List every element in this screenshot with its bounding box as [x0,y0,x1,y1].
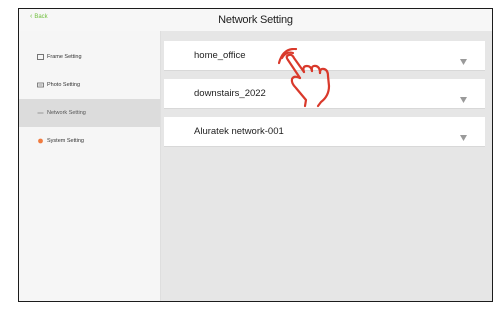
sidebar-item-label: Frame Setting [47,54,82,60]
network-name: Aluratek network-001 [194,126,284,137]
sidebar-item-frame-setting[interactable]: Frame Setting [19,43,160,71]
wifi-icon [460,52,467,65]
sidebar-item-label: Photo Setting [47,82,81,88]
network-item-aluratek-network-001[interactable]: Aluratek network-001 [164,117,485,147]
network-icon [37,110,44,116]
page-title: Network Setting [218,14,293,26]
sidebar-item-label: Network Setting [47,110,86,116]
photo-icon [37,82,44,88]
wifi-icon [460,128,467,141]
top-bar: ‹ Back Network Setting [19,9,492,32]
sidebar-item-system-setting[interactable]: System Setting [19,127,160,155]
sidebar-item-photo-setting[interactable]: Photo Setting [19,71,160,99]
network-name: home_office [194,50,246,61]
sidebar-item-network-setting[interactable]: Network Setting [19,99,160,127]
sidebar: Frame Setting Photo Setting Network Sett… [19,31,161,301]
frame-icon [37,54,44,60]
sidebar-item-label: System Setting [47,138,84,144]
network-name: downstairs_2022 [194,88,266,99]
tap-hand-icon [277,47,340,108]
system-icon [37,138,44,144]
device-screen: ‹ Back Network Setting Frame Setting Pho… [18,8,493,302]
wifi-icon [460,90,467,103]
